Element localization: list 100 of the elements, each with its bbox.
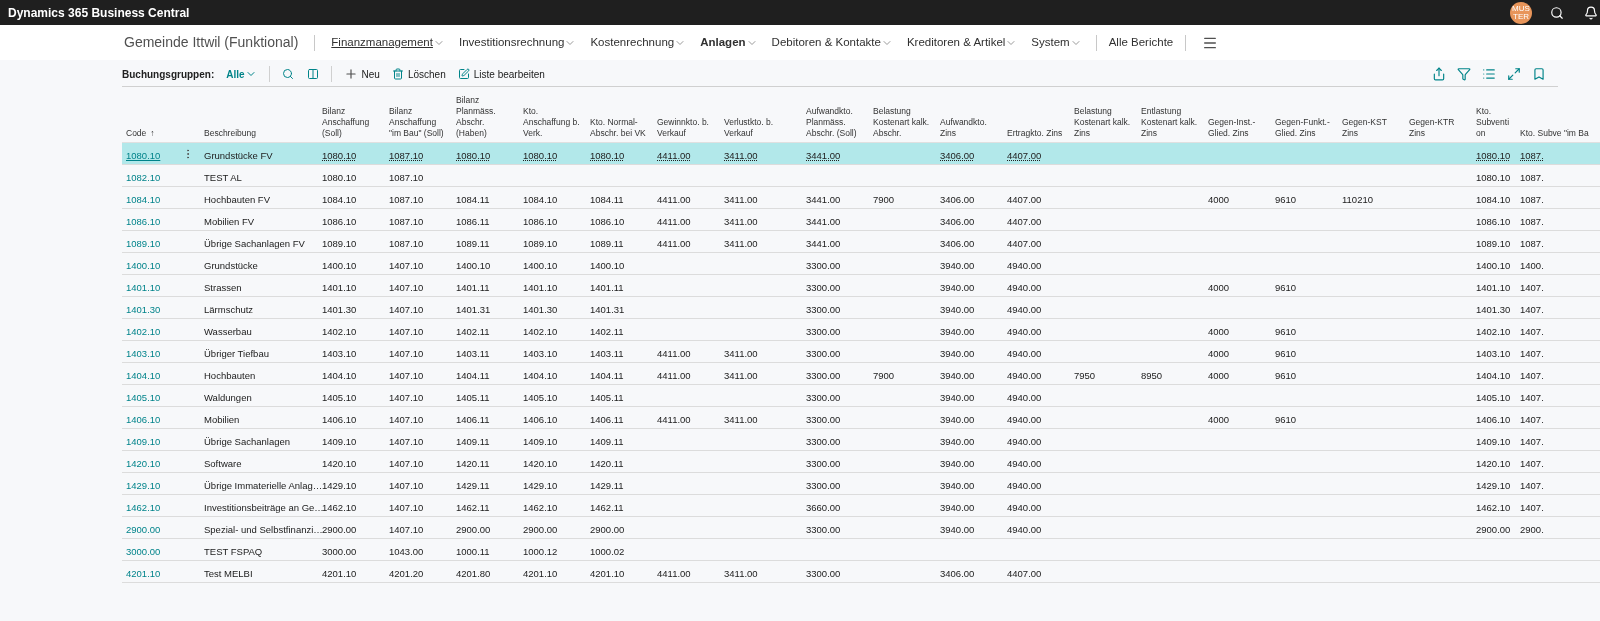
table-cell: Grundstücke [204, 259, 258, 271]
nav-menu-item[interactable]: Kostenrechnung [590, 33, 687, 52]
code-link[interactable]: 1404.10 [126, 369, 161, 381]
table-row[interactable]: 4201.10 Test MELBI 4201.10 4201.20 4201.80 4201.10 4201.10 4411.00 3411.00 3300.00 3406.00 4407.00 [122, 561, 1600, 583]
column-header[interactable]: Belastung Kostenart kalk. Abschr. [873, 106, 932, 139]
table-cell: 1407. [1520, 457, 1544, 469]
column-header[interactable]: Bilanz Planmäss. Abschr. (Haben) [456, 95, 515, 139]
table-row[interactable]: 1403.10 Übriger Tiefbau 1403.10 1407.10 1403.11 1403.10 1403.11 4411.00 3411.00 3300.00 3940.00 4940.00 4000 9610 1403.10 1407. [122, 341, 1600, 363]
table-cell: Waldungen [204, 391, 252, 403]
toolbar-button[interactable]: Liste bearbeiten [457, 66, 545, 82]
table-cell: 1403.10 [523, 347, 558, 359]
table-cell: 1402.10 [523, 325, 558, 337]
table-row[interactable]: 1082.10 TEST AL 1080.10 1087.10 1080.10 1087. [122, 165, 1600, 187]
table-row[interactable]: 1462.10 Investitionsbeiträge an Ge…1462.10 1407.10 1462.11 1462.10 1462.11 3660.00 3940.00 4940.00 1462.10 1407. [122, 495, 1600, 517]
list-icon[interactable] [1482, 67, 1496, 81]
table-row[interactable]: 1401.10 Strassen 1401.10 1407.10 1401.11 1401.10 1401.11 3300.00 3940.00 4940.00 4000 9610 1401.10 1407. [122, 275, 1600, 297]
bell-icon[interactable] [1584, 5, 1598, 20]
expand-icon[interactable] [1507, 67, 1521, 81]
column-header[interactable]: Gegen-KTR Zins [1409, 117, 1468, 139]
column-header[interactable]: Gewinnkto. b. Verkauf [657, 117, 716, 139]
bookmark-icon[interactable] [1532, 67, 1546, 81]
column-header[interactable]: Ertragkto. Zins [1007, 128, 1066, 139]
table-cell: 1407.10 [389, 523, 424, 535]
code-link[interactable]: 1406.10 [126, 413, 161, 425]
column-header[interactable]: Bilanz Anschaffung "im Bau" (Soll) [389, 106, 448, 139]
nav-menu-item[interactable]: Investitionsrechnung [458, 33, 577, 52]
code-link[interactable]: 1401.30 [126, 303, 161, 315]
filter-icon[interactable] [1457, 67, 1471, 81]
table-row[interactable]: 1401.30 Lärmschutz 1401.30 1407.10 1401.31 1401.30 1401.31 3300.00 3940.00 4940.00 1401.30 1407. [122, 297, 1600, 319]
table-row[interactable]: 1404.10 Hochbauten 1404.10 1407.10 1404.11 1404.10 1404.11 4411.00 3411.00 3300.00 7900 3940.00 4940.00 7950 8950 4000 9610 1404.10 1407. [122, 363, 1600, 385]
column-header[interactable]: Beschreibung [204, 128, 314, 139]
table-row[interactable]: 1402.10 Wasserbau 1402.10 1407.10 1402.11 1402.10 1402.11 3300.00 3940.00 4940.00 4000 9610 1402.10 1407. [122, 319, 1600, 341]
code-link[interactable]: 1420.10 [126, 457, 161, 469]
table-cell: 1407.10 [389, 347, 424, 359]
table-cell: 1405.11 [590, 391, 624, 403]
table-row[interactable]: 1406.10 Mobilien 1406.10 1407.10 1406.11 1406.10 1406.11 4411.00 3411.00 3300.00 3940.00 4940.00 4000 9610 1406.10 1407. [122, 407, 1600, 429]
nav-menu-item[interactable]: Anlagen [700, 33, 758, 52]
table-cell: 1080.10 [322, 149, 357, 161]
table-cell: 3406.00 [940, 215, 975, 227]
table-row[interactable]: 1086.10 Mobilien FV 1086.10 1087.10 1086.11 1086.10 1086.10 4411.00 3411.00 3441.00 3406.00 4407.00 1086.10 1087. [122, 209, 1600, 231]
column-header[interactable]: Gegen-Inst.-Glied. Zins [1208, 117, 1267, 139]
table-cell: 4411.00 [657, 237, 691, 249]
column-header[interactable]: Kto. Subve "im Ba [1520, 128, 1589, 139]
table-cell: 3300.00 [806, 281, 841, 293]
code-link[interactable]: 1082.10 [126, 171, 161, 183]
code-link[interactable]: 1403.10 [126, 347, 161, 359]
code-link[interactable]: 1409.10 [126, 435, 161, 447]
code-link[interactable]: 1089.10 [126, 237, 161, 249]
table-cell: 3000.00 [322, 545, 357, 557]
code-link[interactable]: 1429.10 [126, 479, 161, 491]
share-icon[interactable] [1432, 67, 1446, 81]
toolbar-button[interactable]: Löschen [391, 66, 446, 82]
code-link[interactable]: 1080.10 [126, 149, 161, 161]
filter-dropdown[interactable]: Alle [226, 66, 257, 82]
column-header[interactable]: Code ↑ [126, 128, 178, 139]
table-row[interactable]: 1400.10 Grundstücke 1400.10 1407.10 1400.10 1400.10 1400.10 3300.00 3940.00 4940.00 1400.10 1400. [122, 253, 1600, 275]
column-header[interactable]: Gegen-KST Zins [1342, 117, 1401, 139]
nav-menu-item[interactable]: Debitoren & Kontakte [771, 33, 893, 52]
table-cell: 1400.10 [456, 259, 491, 271]
column-header[interactable]: Kto. Normal-Abschr. bei VK [590, 117, 649, 139]
code-link[interactable]: 2900.00 [126, 523, 161, 535]
code-link[interactable]: 1084.10 [126, 193, 161, 205]
column-header[interactable]: Kto. Subvention [1476, 106, 1512, 139]
column-header[interactable]: Gegen-Funkt.-Glied. Zins [1275, 117, 1334, 139]
table-row[interactable]: 1420.10 Software 1420.10 1407.10 1420.11 1420.10 1420.11 3300.00 3940.00 4940.00 1420.10 1407. [122, 451, 1600, 473]
table-row[interactable]: 1084.10 Hochbauten FV 1084.10 1087.10 1084.11 1084.10 1084.11 4411.00 3411.00 3441.00 7900 3406.00 4407.00 4000 9610 110210 1084.10 1087. [122, 187, 1600, 209]
layout-icon[interactable] [306, 68, 319, 80]
table-cell: 3300.00 [806, 325, 841, 337]
table-cell: 4000 [1208, 325, 1230, 337]
table-cell: 1401.30 [1476, 303, 1511, 315]
column-header[interactable]: Belastung Kostenart kalk. Zins [1074, 106, 1133, 139]
code-link[interactable]: 1401.10 [126, 281, 161, 293]
code-link[interactable]: 1402.10 [126, 325, 161, 337]
code-link[interactable]: 1400.10 [126, 259, 161, 271]
table-cell: 4411.00 [657, 369, 691, 381]
code-link[interactable]: 1405.10 [126, 391, 161, 403]
code-link[interactable]: 4201.10 [126, 567, 161, 579]
code-link[interactable]: 1462.10 [126, 501, 161, 513]
nav-menu-item[interactable]: System [1031, 33, 1082, 52]
table-row[interactable]: 1080.10 Grundstücke FV 1080.10 1087.10 1080.10 1080.10 1080.10 4411.00 3411.00 3441.00 3406.00 4407.00 1080.10 1087. [122, 143, 1600, 165]
column-header[interactable]: Aufwandkto. Zins [940, 117, 999, 139]
column-header[interactable]: Entlastung Kostenart kalk. Zins [1141, 106, 1200, 139]
search-icon[interactable] [1550, 5, 1564, 20]
table-row[interactable]: 3000.00 TEST FSPAQ 3000.00 1043.00 1000.11 1000.12 1000.02 [122, 539, 1600, 561]
code-link[interactable]: 1086.10 [126, 215, 161, 227]
column-header[interactable]: Kto. Anschaffung b. Verk. [523, 106, 582, 139]
table-row[interactable]: 2900.00 Spezial- und Selbstfinanzi…2900.00 1407.10 2900.00 2900.00 2900.00 3300.00 3940.00 4940.00 2900.00 2900. [122, 517, 1600, 539]
nav-menu-item[interactable]: Kreditoren & Artikel [906, 33, 1018, 52]
table-row[interactable]: 1429.10 Übrige Immaterielle Anlag…1429.10 1407.10 1429.11 1429.10 1429.11 3300.00 3940.00 4940.00 1429.10 1407. [122, 473, 1600, 495]
code-link[interactable]: 3000.00 [126, 545, 161, 557]
column-header[interactable]: Bilanz Anschaffung (Soll) [322, 106, 381, 139]
table-cell: 1087. [1520, 171, 1544, 183]
column-header[interactable]: Verlustkto. b. Verkauf [724, 117, 798, 139]
table-row[interactable]: 1405.10 Waldungen 1405.10 1407.10 1405.11 1405.10 1405.11 3300.00 3940.00 4940.00 1405.10 1407. [122, 385, 1600, 407]
table-row[interactable]: 1089.10 Übrige Sachanlagen FV 1089.10 1087.10 1089.11 1089.10 1089.11 4411.00 3411.00 3441.00 3406.00 4407.00 1089.10 1087. [122, 231, 1600, 253]
reports-link[interactable]: Alle Berichte [1108, 33, 1174, 52]
table-row[interactable]: 1409.10 Übrige Sachanlagen 1409.10 1407.10 1409.11 1409.10 1409.11 3300.00 3940.00 4940.00 1409.10 1407. [122, 429, 1600, 451]
column-header[interactable]: Aufwandkto. Planmäss. Abschr. (Soll) [806, 106, 865, 139]
nav-menu-item[interactable]: Finanzmanagement [331, 33, 445, 52]
toolbar-button[interactable]: Neu [343, 66, 380, 82]
